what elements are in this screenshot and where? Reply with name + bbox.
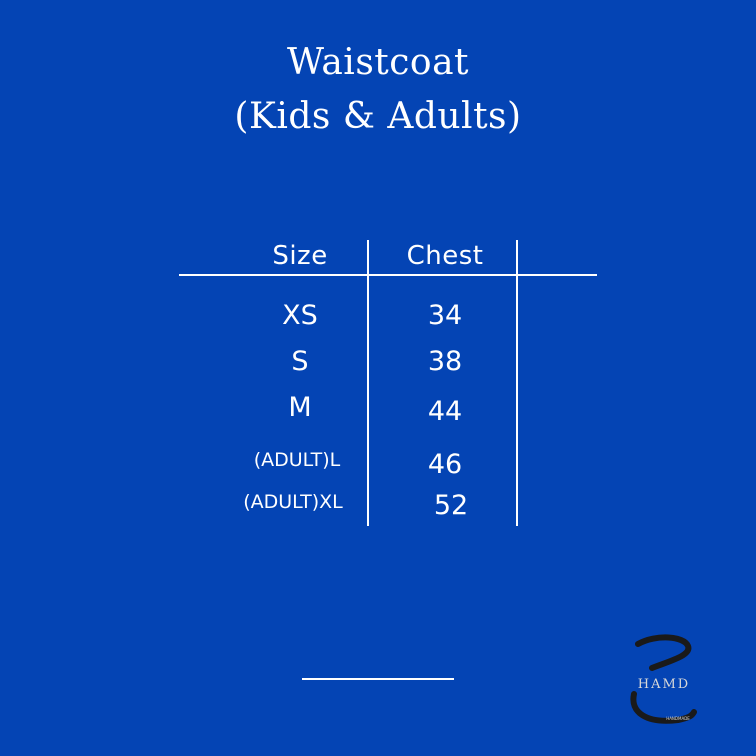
size-cell: (ADULT)XL	[243, 491, 343, 513]
table-column-divider	[516, 240, 518, 526]
chest-cell: 34	[427, 300, 463, 331]
size-cell: S	[291, 346, 309, 377]
size-cell: (ADULT)L	[253, 449, 341, 471]
table-header-divider	[179, 274, 597, 276]
chest-cell: 46	[427, 449, 463, 480]
page-subtitle: (Kids & Adults)	[234, 96, 522, 137]
header-size: Size	[272, 241, 328, 271]
size-cell: XS	[282, 300, 318, 331]
logo-tagline: HANDMADE	[666, 716, 690, 721]
size-cell: M	[288, 392, 312, 423]
chest-cell: 38	[427, 346, 463, 377]
table-column-divider	[367, 240, 369, 526]
brand-logo: HAMD HANDMADE	[630, 634, 697, 724]
page-title: Waistcoat	[286, 42, 470, 83]
chest-cell: 44	[427, 396, 463, 427]
logo-text: HAMD	[638, 677, 690, 692]
chest-cell: 52	[433, 490, 469, 521]
header-chest: Chest	[406, 241, 484, 271]
bottom-divider	[302, 678, 454, 680]
